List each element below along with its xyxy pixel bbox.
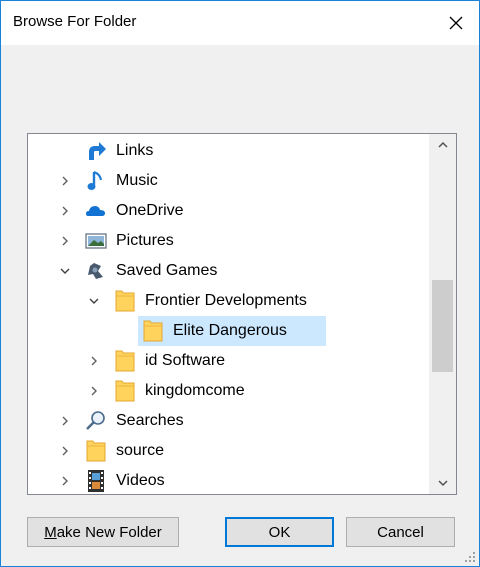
expand-chevron-icon[interactable]	[86, 383, 102, 399]
tree-item-elite-dangerous[interactable]: Elite Dangerous	[28, 316, 429, 346]
expand-chevron-icon[interactable]	[86, 353, 102, 369]
expand-chevron-icon[interactable]	[57, 173, 73, 189]
tree-item-pictures[interactable]: Pictures	[28, 226, 429, 256]
tree-item-id-software[interactable]: id Software	[28, 346, 429, 376]
tree-item-source[interactable]: source	[28, 436, 429, 466]
folder-icon	[113, 289, 137, 313]
links-icon	[84, 139, 108, 163]
tree-item-searches[interactable]: Searches	[28, 406, 429, 436]
expand-chevron-icon[interactable]	[57, 443, 73, 459]
chevron-up-icon	[437, 141, 448, 148]
tree-item-label: Searches	[116, 412, 184, 429]
expand-chevron-icon[interactable]	[57, 233, 73, 249]
tree-item-videos[interactable]: Videos	[28, 466, 429, 494]
tree-item-label: Elite Dangerous	[173, 322, 287, 339]
expand-chevron-icon[interactable]	[57, 203, 73, 219]
button-label: OK	[268, 523, 291, 541]
tree-item-label: Music	[116, 172, 158, 189]
scroll-down-button[interactable]	[429, 472, 456, 494]
saved-games-icon	[84, 259, 108, 283]
tree-item-label: source	[116, 442, 165, 459]
make-new-folder-button[interactable]: Make New Folder	[27, 517, 179, 547]
tree-item-frontier-developments[interactable]: Frontier Developments	[28, 286, 429, 316]
tree-item-saved-games[interactable]: Saved Games	[28, 256, 429, 286]
search-icon	[84, 409, 108, 433]
tree-item-label: Pictures	[116, 232, 174, 249]
collapse-chevron-icon[interactable]	[57, 263, 73, 279]
expand-chevron-icon[interactable]	[57, 473, 73, 489]
onedrive-icon	[84, 199, 108, 223]
pictures-icon	[84, 229, 108, 253]
tree-item-label: Saved Games	[116, 262, 218, 279]
resize-grip-icon[interactable]	[464, 551, 476, 563]
videos-icon	[84, 469, 108, 493]
window-title: Browse For Folder	[13, 13, 137, 30]
close-button[interactable]	[433, 1, 479, 45]
scroll-thumb[interactable]	[432, 280, 453, 372]
folder-icon	[84, 439, 108, 463]
tree-item-label: kingdomcome	[145, 382, 245, 399]
vertical-scrollbar[interactable]	[429, 134, 456, 494]
cancel-button[interactable]: Cancel	[346, 517, 455, 547]
scroll-up-button[interactable]	[429, 134, 456, 156]
folder-tree[interactable]: Links Music OneDrive Pictures Saved Game…	[27, 133, 457, 495]
tree-item-music[interactable]: Music	[28, 166, 429, 196]
tree-item-label: Links	[116, 142, 154, 159]
close-icon	[449, 16, 463, 30]
music-icon	[84, 169, 108, 193]
folder-icon	[141, 319, 165, 343]
button-label: Cancel	[377, 523, 424, 541]
folder-icon	[113, 379, 137, 403]
tree-item-links[interactable]: Links	[28, 136, 429, 166]
tree-item-label: OneDrive	[116, 202, 184, 219]
button-label: ake New Folder	[56, 523, 162, 541]
browse-for-folder-dialog: Browse For Folder Links Music OneDrive P…	[0, 0, 480, 567]
collapse-chevron-icon[interactable]	[86, 293, 102, 309]
tree-item-label: id Software	[145, 352, 226, 369]
folder-icon	[113, 349, 137, 373]
chevron-down-icon	[437, 480, 448, 487]
tree-item-onedrive[interactable]: OneDrive	[28, 196, 429, 226]
tree-item-kingdomcome[interactable]: kingdomcome	[28, 376, 429, 406]
mnemonic-letter: M	[44, 523, 57, 541]
ok-button[interactable]: OK	[225, 517, 334, 547]
tree-item-label: Frontier Developments	[145, 292, 307, 309]
title-bar[interactable]: Browse For Folder	[1, 1, 479, 45]
tree-item-label: Videos	[116, 472, 165, 489]
expand-chevron-icon[interactable]	[57, 413, 73, 429]
